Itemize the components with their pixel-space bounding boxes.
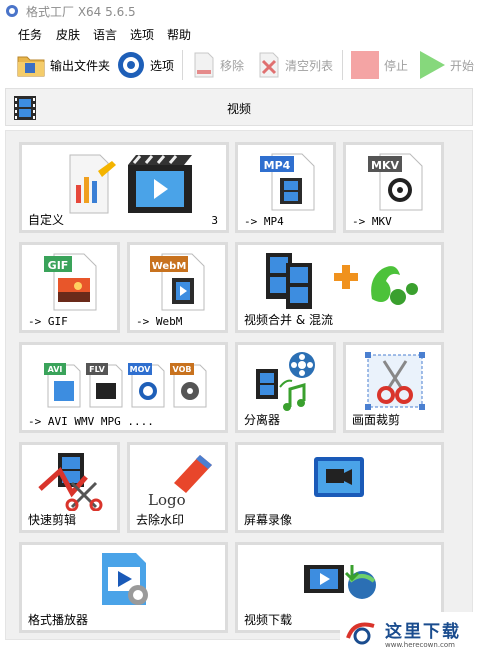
tile-label: 视频合并 & 混流 (244, 313, 333, 327)
custom-report-film-icon (69, 154, 192, 214)
tile-label: -> WebM (136, 315, 183, 328)
tile-webm[interactable]: WebM -> WebM (127, 242, 228, 333)
mp4-badge: MP4 (264, 159, 291, 172)
gif-file-icon: GIF (44, 253, 97, 311)
mp4-file-icon: MP4 (260, 153, 315, 211)
options-gear-icon (118, 52, 144, 78)
clear-list-icon (259, 52, 279, 78)
tile-label: 自定义 (28, 213, 65, 227)
remove-icon (194, 52, 214, 78)
toolbar-separator (342, 50, 343, 80)
webm-badge: WebM (152, 261, 187, 272)
eraser-logo-icon: Logo (148, 455, 212, 509)
menu-language[interactable]: 语言 (93, 26, 117, 43)
start-label: 开始 (450, 58, 475, 73)
quick-cut-icon (38, 453, 103, 511)
tile-label: 屏幕录像 (244, 513, 293, 527)
tile-avi-wmv-mpg[interactable]: AVI FLV MOV VOB -> AVI WMV MPG .... (19, 342, 228, 433)
title-bar: 格式工厂 X64 5.6.5 (0, 0, 477, 22)
tile-label: 视频下载 (244, 613, 293, 627)
mkv-badge: MKV (371, 159, 399, 172)
tile-label: -> GIF (28, 315, 68, 328)
tile-label: 去除水印 (136, 513, 185, 527)
remove-button[interactable]: 移除 (192, 50, 244, 80)
tile-splitter[interactable]: 分离器 (235, 342, 336, 433)
output-folder-button[interactable]: 输出文件夹 (16, 50, 110, 80)
section-title: 视频 (226, 102, 251, 116)
start-button[interactable]: 开始 (418, 50, 474, 80)
site-watermark: 这里下载 www.herecown.com (340, 612, 475, 654)
tile-mkv[interactable]: MKV -> MKV (343, 142, 444, 233)
video-tools-panel: 自定义 3 MP4 -> MP4 MKV -> MKV GIF -> GIF W… (5, 130, 473, 640)
avi-badge: AVI (48, 365, 63, 374)
clear-list-label: 清空列表 (285, 58, 334, 73)
flv-badge: FLV (89, 365, 105, 374)
player-icon (102, 553, 148, 605)
menu-help[interactable]: 帮助 (167, 26, 191, 43)
tile-label: 快速剪辑 (28, 513, 77, 527)
mkv-file-icon: MKV (368, 153, 423, 211)
site-watermark-text: 这里下载 (385, 622, 461, 642)
site-logo-icon (346, 622, 375, 645)
tile-label: -> MP4 (244, 215, 284, 228)
tile-mp4[interactable]: MP4 -> MP4 (235, 142, 336, 233)
crop-scissors-icon (365, 352, 425, 410)
merge-film-music-icon (266, 253, 418, 309)
webm-file-icon: WebM (150, 253, 205, 311)
tile-remove-watermark[interactable]: Logo 去除水印 (127, 442, 228, 533)
clear-list-button[interactable]: 清空列表 (257, 50, 333, 80)
menu-skin[interactable]: 皮肤 (56, 26, 80, 43)
menu-task[interactable]: 任务 (18, 26, 42, 43)
menu-options[interactable]: 选项 (130, 26, 154, 43)
stop-icon (351, 51, 379, 79)
vob-badge: VOB (173, 365, 192, 374)
toolbar: 输出文件夹 选项 移除 清空列表 停止 开始 (0, 44, 477, 86)
start-play-icon (420, 51, 445, 79)
tile-gif[interactable]: GIF -> GIF (19, 242, 120, 333)
logo-text: Logo (148, 491, 186, 509)
remove-label: 移除 (220, 58, 245, 73)
tile-quick-cut[interactable]: 快速剪辑 (19, 442, 120, 533)
screen-record-icon (314, 457, 364, 497)
app-icon (6, 5, 18, 17)
options-button[interactable]: 选项 (116, 50, 174, 80)
tile-label: -> MKV (352, 215, 392, 228)
stop-button[interactable]: 停止 (350, 50, 408, 80)
video-download-icon (304, 565, 376, 599)
tile-label: 格式播放器 (28, 613, 89, 627)
tile-screen-record[interactable]: 屏幕录像 (235, 442, 444, 533)
menu-bar: 任务 皮肤 语言 选项 帮助 (0, 22, 477, 44)
options-label: 选项 (150, 58, 175, 73)
window-title: 格式工厂 X64 5.6.5 (26, 5, 136, 19)
folder-icon (17, 56, 45, 77)
tile-label: -> AVI WMV MPG .... (28, 415, 154, 428)
toolbar-separator (182, 50, 183, 80)
tile-format-player[interactable]: 格式播放器 (19, 542, 228, 633)
gif-badge: GIF (48, 259, 69, 272)
site-watermark-url: www.herecown.com (385, 641, 455, 649)
mov-badge: MOV (130, 365, 152, 374)
tile-merge[interactable]: 视频合并 & 混流 (235, 242, 444, 333)
tile-label: 分离器 (244, 413, 281, 427)
stop-label: 停止 (384, 58, 409, 73)
video-section-header[interactable]: 视频 (5, 88, 473, 126)
tile-custom[interactable]: 自定义 3 (19, 142, 229, 233)
tile-label: 画面裁剪 (352, 413, 401, 427)
task-count: 3 (211, 214, 218, 227)
output-folder-label: 输出文件夹 (50, 58, 111, 73)
splitter-icon (256, 352, 315, 411)
multi-format-files-icon: AVI FLV MOV VOB (44, 363, 207, 408)
tile-crop[interactable]: 画面裁剪 (343, 342, 444, 433)
